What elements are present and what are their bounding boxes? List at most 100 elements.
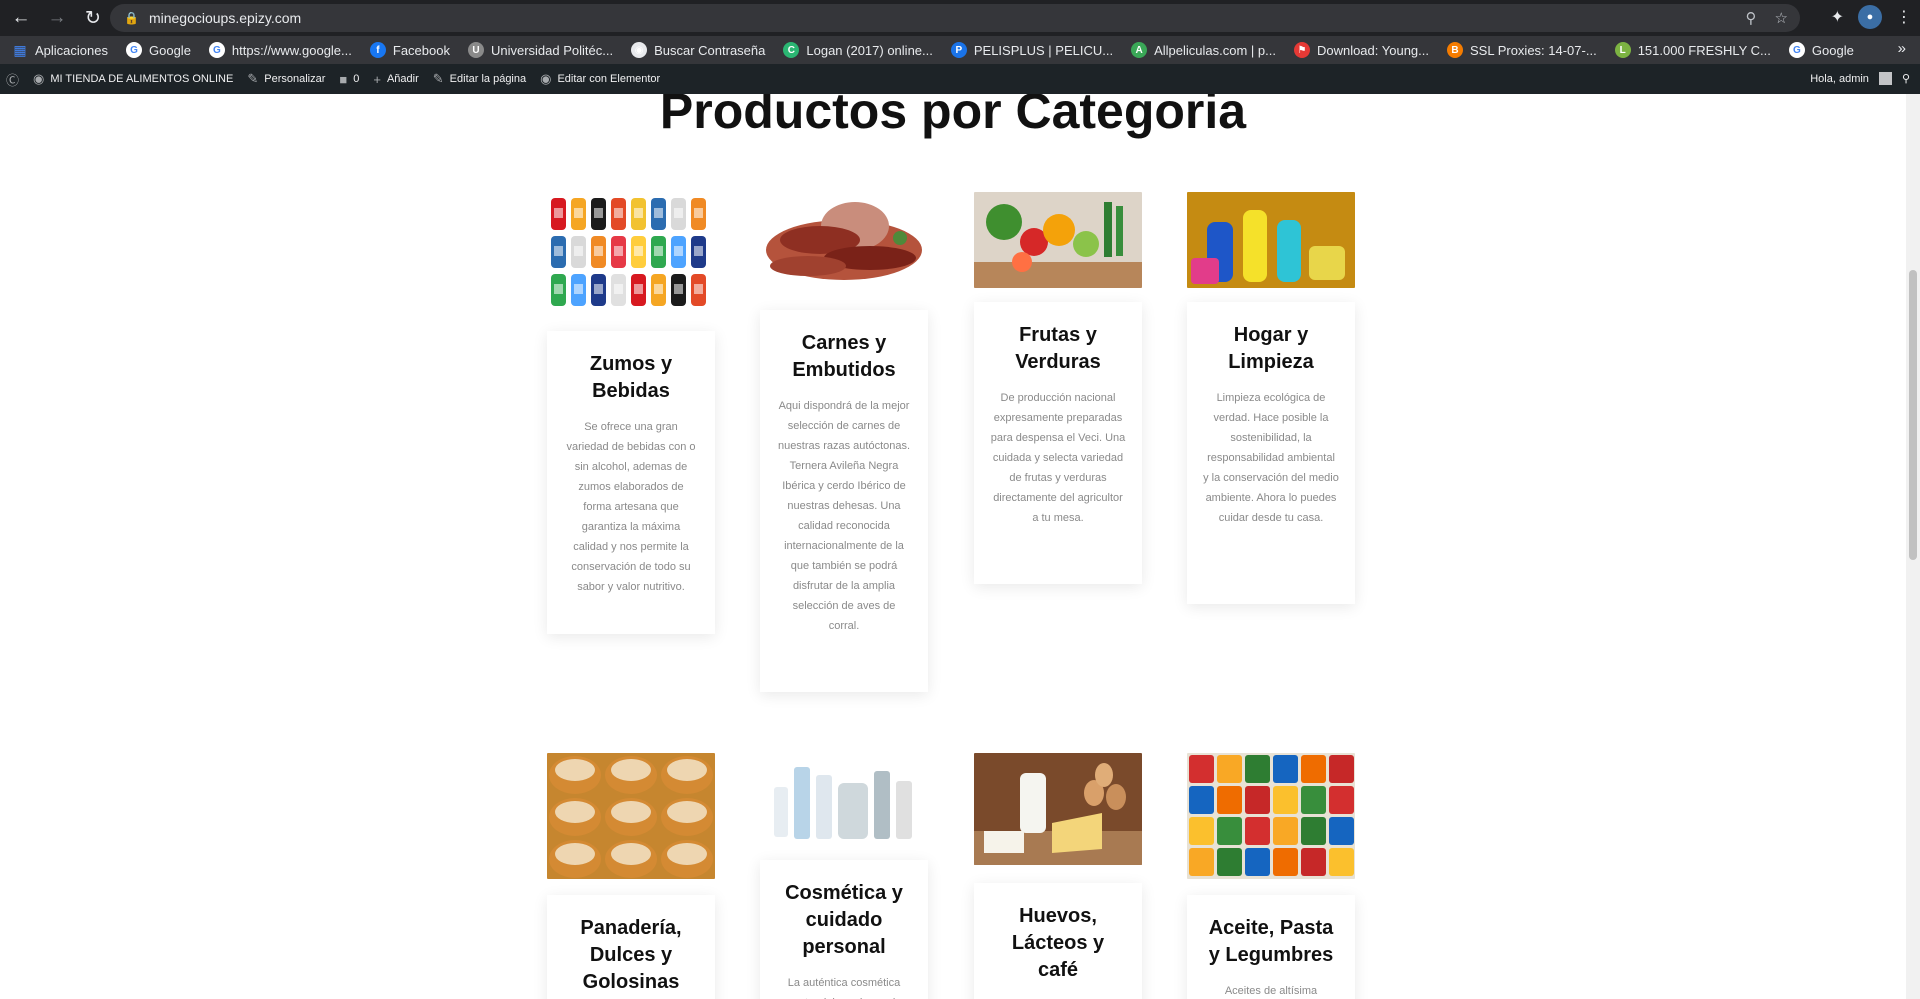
globe-icon: ◉ <box>631 42 648 58</box>
category-title[interactable]: Frutas y Verduras <box>990 322 1126 376</box>
url-text[interactable]: minegocioups.epizy.com <box>149 10 301 26</box>
category-description: Aqui dispondrá de la mejor selección de … <box>777 400 911 632</box>
comment-bubble-icon: ■ <box>339 71 348 87</box>
google-icon: G <box>1788 42 1805 58</box>
scrollbar-thumb[interactable] <box>1909 270 1917 560</box>
bookmark-label: Universidad Politéc... <box>490 42 614 58</box>
wp-greeting[interactable]: Hola, admin <box>1810 73 1869 85</box>
bookmarks-overflow-icon[interactable]: » <box>1898 40 1906 57</box>
cuevana-icon: C <box>783 42 800 58</box>
category-card-body: Cosmética y cuidado personal La auténtica… <box>760 860 928 999</box>
brush-icon: ✎ <box>247 71 259 86</box>
cosmetics-bottles-image[interactable] <box>760 753 928 853</box>
page-content: Productos por Categoria Zumos y Bebidas S… <box>0 94 1906 999</box>
download-flag-icon: ⚑ <box>1293 42 1310 58</box>
wordpress-logo-icon[interactable]: Ⓒ <box>6 70 19 89</box>
category-description: Aceites de altísima <box>1224 985 1318 997</box>
allpeliculas-icon: A <box>1131 42 1148 58</box>
category-card-body: Frutas y Verduras De producción nacional … <box>974 302 1142 584</box>
pasta-packages-image[interactable] <box>1187 753 1355 879</box>
bookmark-label: Download: Young... <box>1316 42 1429 58</box>
pelisplus-icon: P <box>950 42 967 58</box>
bookmark-item[interactable]: ◉ Buscar Contraseña <box>631 42 765 58</box>
category-title[interactable]: Cosmética y cuidado personal <box>776 880 912 961</box>
zoom-icon[interactable]: ⚲ <box>1746 9 1757 27</box>
avatar[interactable] <box>1878 72 1892 85</box>
reload-icon[interactable]: ↻ <box>78 3 108 33</box>
apps-grid-icon: ▦ <box>13 41 27 58</box>
extensions-puzzle-icon[interactable]: ✦ <box>1831 7 1844 27</box>
blogger-icon: B <box>1447 42 1463 58</box>
meats-sausages-image[interactable] <box>760 188 928 292</box>
bookmark-label: Facebook <box>392 42 450 58</box>
wp-site-name-label: MI TIENDA DE ALIMENTOS ONLINE <box>50 73 234 85</box>
bookmark-item[interactable]: G Google <box>126 42 191 58</box>
category-description: Limpieza ecológica de verdad. Hace posib… <box>1203 392 1339 524</box>
page-title: Productos por Categoria <box>659 94 1247 139</box>
bookmark-item[interactable]: f Facebook <box>369 42 450 58</box>
freshly-icon: L <box>1614 42 1631 58</box>
wp-admin-bar: Ⓒ ◉ MI TIENDA DE ALIMENTOS ONLINE ✎ Pers… <box>0 64 1920 94</box>
category-title[interactable]: Zumos y Bebidas <box>563 351 699 405</box>
eggs-dairy-image[interactable] <box>974 753 1142 865</box>
bookmark-item[interactable]: ▦ Aplicaciones <box>12 42 108 58</box>
category-title[interactable]: Huevos, Lácteos y café <box>990 903 1126 984</box>
address-bar[interactable]: 🔒 minegocioups.epizy.com ⚲ ☆ <box>110 4 1800 32</box>
bookmark-item[interactable]: P PELISPLUS | PELICU... <box>950 42 1113 58</box>
bookmark-star-icon[interactable]: ☆ <box>1775 9 1788 27</box>
search-icon[interactable]: ⚲ <box>1902 72 1910 85</box>
wp-edit-page-label: Editar la página <box>449 73 527 85</box>
bookmark-item[interactable]: ⚑ Download: Young... <box>1293 42 1429 58</box>
dashboard-icon: ◉ <box>33 71 45 86</box>
bookmarks-bar: ▦ Aplicaciones G Google Ghttps://www.google.… <box>0 36 1920 64</box>
cleaning-products-image[interactable] <box>1187 192 1355 288</box>
wp-site-name[interactable]: ◉ MI TIENDA DE ALIMENTOS ONLINE <box>33 71 233 87</box>
wp-customize-label: Personalizar <box>264 73 326 85</box>
bookmark-label: SSL Proxies: 14-07-... <box>1470 42 1597 58</box>
donuts-image[interactable] <box>547 753 715 879</box>
category-title[interactable]: Panadería, Dulces y Golosinas <box>563 915 699 996</box>
wp-add-new-label: Añadir <box>386 73 419 85</box>
category-card-body: Hogar y Limpieza Limpieza ecológica de ve… <box>1187 302 1355 604</box>
category-card-body: Huevos, Lácteos y caféHuevos ricos en an… <box>974 883 1142 999</box>
category-title[interactable]: Carnes y Embutidos <box>776 330 912 384</box>
bookmark-label: Buscar Contraseña <box>654 42 766 58</box>
wp-customize[interactable]: ✎ Personalizar <box>247 71 325 87</box>
wp-comments[interactable]: ■ 0 <box>339 72 359 87</box>
forward-arrow-icon[interactable]: → <box>42 3 72 33</box>
bookmark-item[interactable]: C Logan (2017) online... <box>783 42 933 58</box>
wp-edit-elementor[interactable]: ◉ Editar con Elementor <box>540 71 660 87</box>
back-arrow-icon[interactable]: ← <box>6 3 36 33</box>
bookmark-label: Logan (2017) online... <box>806 42 933 58</box>
category-title[interactable]: Aceite, Pasta y Legumbres <box>1203 915 1339 969</box>
category-card-body: Zumos y Bebidas Se ofrece una gran varied… <box>547 331 715 634</box>
wp-add-new[interactable]: + Añadir <box>373 72 418 87</box>
pencil-icon: ✎ <box>432 71 444 86</box>
bookmark-item[interactable]: B SSL Proxies: 14-07-... <box>1447 42 1597 58</box>
profile-avatar-icon[interactable]: ● <box>1858 5 1882 29</box>
category-title[interactable]: Hogar y Limpieza <box>1203 322 1339 376</box>
bookmark-label: Google <box>149 42 191 58</box>
bookmark-item[interactable]: Ghttps://www.google... <box>208 42 352 58</box>
page-scrollbar[interactable] <box>1906 94 1920 999</box>
browser-toolbar: ← → ↻ 🔒 minegocioups.epizy.com ⚲ ☆ ✦ ● ⋮ <box>0 0 1920 36</box>
drinks-cans-image[interactable] <box>547 192 715 312</box>
category-card-body: Aceite, Pasta y Legumbres Aceites de altí… <box>1187 895 1355 999</box>
bookmark-item[interactable]: G Google <box>1788 42 1854 58</box>
fruits-vegetables-image[interactable] <box>974 192 1142 288</box>
plus-icon: + <box>373 71 381 87</box>
bookmark-label: Allpeliculas.com | p... <box>1154 42 1276 58</box>
bookmark-item[interactable]: U Universidad Politéc... <box>467 42 614 58</box>
bookmark-label: 151.000 FRESHLY C... <box>1637 42 1771 58</box>
bookmark-item[interactable]: L 151.000 FRESHLY C... <box>1614 42 1771 58</box>
university-icon: U <box>467 42 484 58</box>
wp-edit-elementor-label: Editar con Elementor <box>557 73 661 85</box>
bookmark-item[interactable]: A Allpeliculas.com | p... <box>1131 42 1276 58</box>
bookmark-label: https://www.google... <box>231 42 352 58</box>
bookmark-label: Aplicaciones <box>35 42 108 58</box>
google-icon: G <box>126 42 142 58</box>
wp-edit-page[interactable]: ✎ Editar la página <box>433 71 526 87</box>
category-card-body: Carnes y Embutidos Aqui dispondrá de la m… <box>760 310 928 692</box>
menu-kebab-icon[interactable]: ⋮ <box>1896 7 1912 27</box>
bookmark-label: Google <box>1811 42 1854 58</box>
